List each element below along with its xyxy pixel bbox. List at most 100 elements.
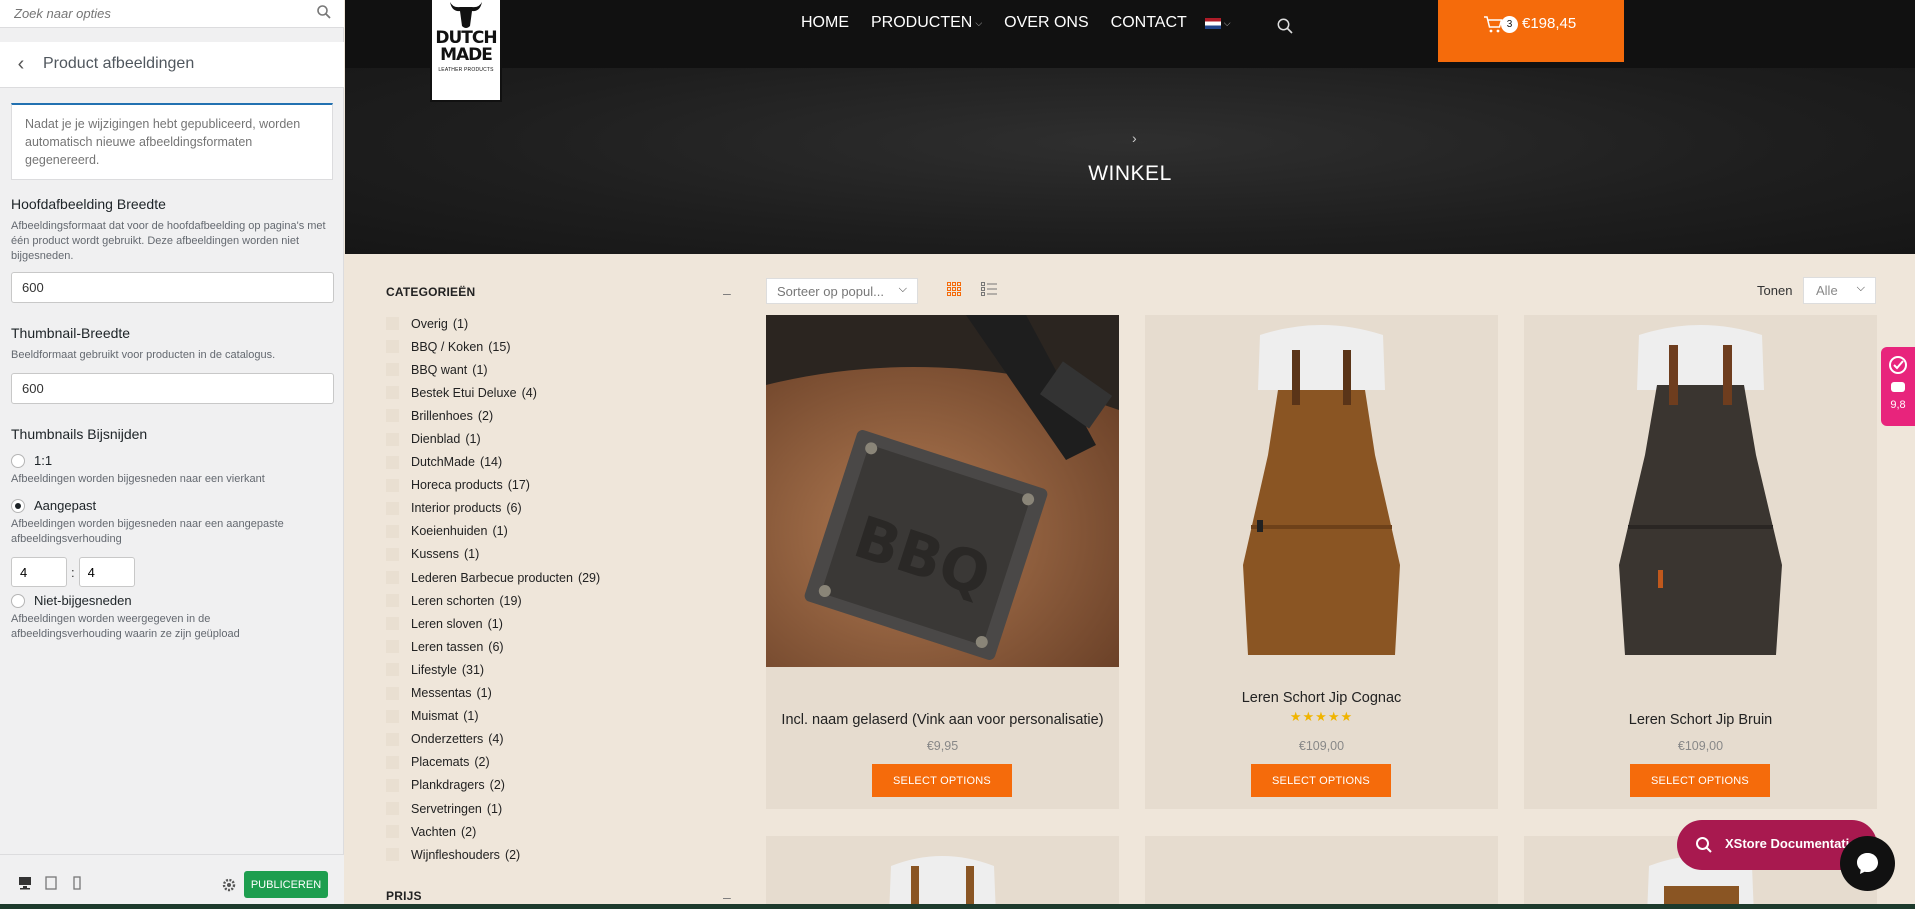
radio-button[interactable] bbox=[11, 453, 25, 468]
price-header[interactable]: PRIJS – bbox=[386, 889, 731, 905]
product-image[interactable] bbox=[1524, 315, 1877, 667]
category-checkbox[interactable] bbox=[386, 317, 399, 331]
collapse-icon[interactable]: – bbox=[723, 889, 731, 905]
category-item[interactable]: Placemats (2) bbox=[386, 751, 731, 774]
desktop-preview-icon[interactable] bbox=[17, 875, 33, 891]
cart-button[interactable]: 3 €198,45 bbox=[1438, 0, 1624, 62]
category-checkbox[interactable] bbox=[386, 848, 399, 862]
show-per-page-select[interactable]: Alle ⌵ bbox=[1803, 277, 1876, 304]
category-item[interactable]: Servetringen (1) bbox=[386, 797, 731, 820]
category-item[interactable]: Leren schorten (19) bbox=[386, 589, 731, 612]
category-item[interactable]: DutchMade (14) bbox=[386, 451, 731, 474]
category-item[interactable]: Kussens (1) bbox=[386, 543, 731, 566]
language-switcher[interactable]: ⌵ bbox=[1204, 17, 1231, 29]
category-checkbox[interactable] bbox=[386, 663, 399, 677]
categories-header[interactable]: CATEGORIEËN – bbox=[386, 285, 731, 301]
collapse-icon[interactable]: – bbox=[723, 285, 731, 301]
category-checkbox[interactable] bbox=[386, 432, 399, 446]
nav-contact[interactable]: CONTACT bbox=[1111, 14, 1187, 32]
search-icon[interactable] bbox=[1276, 17, 1294, 35]
product-image[interactable]: BBQ bbox=[766, 315, 1119, 667]
breadcrumb[interactable]: › bbox=[1132, 130, 1137, 146]
category-item[interactable]: BBQ want (1) bbox=[386, 358, 731, 381]
crop-option-custom[interactable]: Aangepast bbox=[11, 498, 333, 513]
category-checkbox[interactable] bbox=[386, 455, 399, 469]
sort-select[interactable]: Sorteer op popul... ⌵ bbox=[766, 278, 918, 304]
category-item[interactable]: Vachten (2) bbox=[386, 820, 731, 843]
category-count: (2) bbox=[489, 778, 505, 793]
category-item[interactable]: Onderzetters (4) bbox=[386, 728, 731, 751]
category-item[interactable]: Overig (1) bbox=[386, 312, 731, 335]
select-options-button[interactable]: SELECT OPTIONS bbox=[1630, 764, 1770, 797]
category-checkbox[interactable] bbox=[386, 547, 399, 561]
product-name[interactable]: Leren Schort Jip Cognac bbox=[1145, 690, 1498, 706]
category-checkbox[interactable] bbox=[386, 409, 399, 423]
category-checkbox[interactable] bbox=[386, 825, 399, 839]
nav-over-ons[interactable]: OVER ONS bbox=[1004, 14, 1088, 32]
crop-option-uncropped[interactable]: Niet-bijgesneden bbox=[11, 593, 333, 608]
tablet-preview-icon[interactable] bbox=[43, 875, 59, 891]
category-checkbox[interactable] bbox=[386, 501, 399, 515]
nav-producten[interactable]: PRODUCTEN ⌵ bbox=[871, 14, 982, 32]
category-item[interactable]: Koeienhuiden (1) bbox=[386, 520, 731, 543]
category-checkbox[interactable] bbox=[386, 732, 399, 746]
category-checkbox[interactable] bbox=[386, 755, 399, 769]
gear-icon[interactable] bbox=[221, 877, 237, 893]
category-checkbox[interactable] bbox=[386, 524, 399, 538]
select-options-button[interactable]: SELECT OPTIONS bbox=[1251, 764, 1391, 797]
category-checkbox[interactable] bbox=[386, 617, 399, 631]
category-item[interactable]: Messentas (1) bbox=[386, 682, 731, 705]
customizer-search-input[interactable] bbox=[0, 0, 310, 27]
category-item[interactable]: Leren sloven (1) bbox=[386, 612, 731, 635]
main-width-input[interactable] bbox=[11, 272, 334, 303]
product-name[interactable]: Leren Schort Jip Bruin bbox=[1524, 712, 1877, 728]
category-checkbox[interactable] bbox=[386, 640, 399, 654]
category-item[interactable]: Brillenhoes (2) bbox=[386, 404, 731, 427]
grid-view-icon[interactable] bbox=[947, 282, 961, 296]
radio-button-checked[interactable] bbox=[11, 498, 25, 513]
category-item[interactable]: Bestek Etui Deluxe (4) bbox=[386, 381, 731, 404]
product-image[interactable] bbox=[1145, 315, 1498, 667]
review-rating-tab[interactable]: 9,8 bbox=[1881, 347, 1915, 426]
category-checkbox[interactable] bbox=[386, 386, 399, 400]
product-card-partial[interactable] bbox=[766, 836, 1119, 909]
ratio-height-input[interactable] bbox=[78, 557, 135, 587]
category-checkbox[interactable] bbox=[386, 478, 399, 492]
radio-button[interactable] bbox=[11, 593, 25, 608]
category-item[interactable]: Dienblad (1) bbox=[386, 427, 731, 450]
publish-button[interactable]: PUBLICEREN bbox=[244, 871, 328, 898]
category-item[interactable]: Lifestyle (31) bbox=[386, 658, 731, 681]
category-item[interactable]: Horeca products (17) bbox=[386, 474, 731, 497]
crop-option-1x1[interactable]: 1:1 bbox=[11, 453, 333, 468]
category-checkbox[interactable] bbox=[386, 594, 399, 608]
product-card[interactable]: Leren Schort Jip Bruin €109,00 SELECT OP… bbox=[1524, 315, 1877, 809]
category-checkbox[interactable] bbox=[386, 340, 399, 354]
product-name[interactable]: Incl. naam gelaserd (Vink aan voor perso… bbox=[766, 712, 1119, 728]
ratio-width-input[interactable] bbox=[11, 557, 67, 587]
product-card-partial[interactable] bbox=[1145, 836, 1498, 909]
category-item[interactable]: Muismat (1) bbox=[386, 705, 731, 728]
category-checkbox[interactable] bbox=[386, 709, 399, 723]
chat-button[interactable] bbox=[1840, 836, 1895, 891]
category-item[interactable]: Leren tassen (6) bbox=[386, 635, 731, 658]
select-options-button[interactable]: SELECT OPTIONS bbox=[872, 764, 1012, 797]
product-card[interactable]: BBQ Incl. naam gelaserd (Vink aan voor p… bbox=[766, 315, 1119, 809]
category-checkbox[interactable] bbox=[386, 802, 399, 816]
category-checkbox[interactable] bbox=[386, 571, 399, 585]
category-checkbox[interactable] bbox=[386, 686, 399, 700]
category-item[interactable]: Plankdragers (2) bbox=[386, 774, 731, 797]
thumb-width-input[interactable] bbox=[11, 373, 334, 404]
site-logo[interactable]: DUTCH MADE LEATHER PRODUCTS bbox=[430, 0, 502, 102]
category-item[interactable]: Lederen Barbecue producten (29) bbox=[386, 566, 731, 589]
category-checkbox[interactable] bbox=[386, 363, 399, 377]
list-view-icon[interactable] bbox=[981, 282, 997, 296]
mobile-preview-icon[interactable] bbox=[69, 875, 85, 891]
search-icon[interactable] bbox=[316, 4, 332, 20]
chevron-left-icon[interactable]: ‹ bbox=[10, 54, 32, 76]
category-item[interactable]: BBQ / Koken (15) bbox=[386, 335, 731, 358]
category-item[interactable]: Interior products (6) bbox=[386, 497, 731, 520]
nav-home[interactable]: HOME bbox=[801, 14, 849, 32]
category-item[interactable]: Wijnfleshouders (2) bbox=[386, 843, 731, 866]
category-checkbox[interactable] bbox=[386, 778, 399, 792]
product-card[interactable]: Leren Schort Jip Cognac ★★★★★ €109,00 SE… bbox=[1145, 315, 1498, 809]
